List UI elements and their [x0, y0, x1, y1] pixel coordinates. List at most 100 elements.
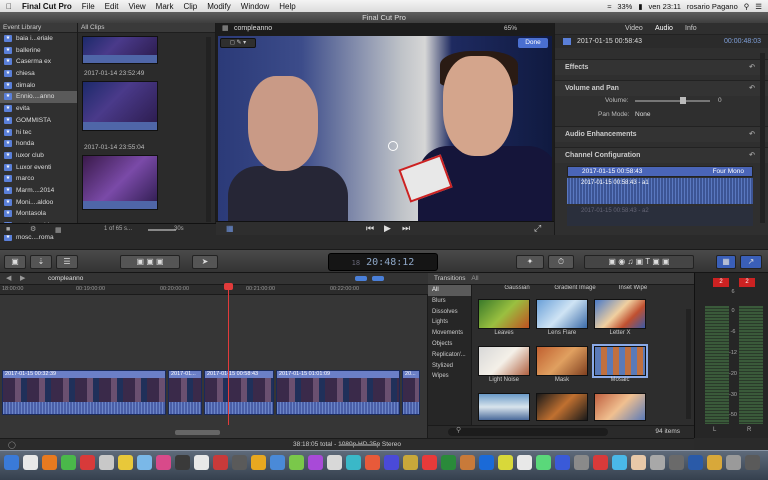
- dock-app-icon[interactable]: [517, 455, 532, 470]
- video-frame[interactable]: ◻ ✎ ▾ Done: [218, 36, 552, 221]
- event-item[interactable]: ★ hi tec: [0, 127, 77, 139]
- timeline-clip[interactable]: 2017-01-15 00:32:39: [2, 370, 166, 415]
- audio-skim-toggle[interactable]: [372, 276, 384, 281]
- timeline-ruler[interactable]: 18:00:00 00:19:00:00 00:20:00:00 00:21:0…: [0, 285, 428, 295]
- transition-category[interactable]: Objects: [428, 339, 471, 350]
- volume-slider[interactable]: [635, 97, 710, 104]
- dock-app-icon[interactable]: [346, 455, 361, 470]
- dock-app-icon[interactable]: [536, 455, 551, 470]
- viewer-menu-icon[interactable]: ▦: [222, 24, 229, 32]
- clip-thumbnail[interactable]: [82, 155, 158, 210]
- channel-a1[interactable]: 2017-01-15 00:58:43 - a1: [567, 178, 753, 204]
- display-icon[interactable]: ▦: [226, 224, 234, 233]
- dock-app-icon[interactable]: [688, 455, 703, 470]
- transition-letter-x[interactable]: [594, 299, 646, 329]
- themes-button[interactable]: ▦: [716, 255, 736, 269]
- menu-view[interactable]: View: [128, 2, 145, 11]
- timeline-clip[interactable]: 2017-01...: [168, 370, 202, 415]
- dock-app-icon[interactable]: [479, 455, 494, 470]
- event-item[interactable]: ★ GOMMISTA: [0, 115, 77, 127]
- dock-app-icon[interactable]: [137, 455, 152, 470]
- menu-window[interactable]: Window: [241, 2, 269, 11]
- skimming-toggle[interactable]: [355, 276, 367, 281]
- tab-audio[interactable]: Audio: [655, 25, 673, 32]
- reset-icon[interactable]: ↶: [749, 81, 755, 97]
- next-icon[interactable]: ⏭: [402, 223, 410, 234]
- timeline-zoom-slider[interactable]: [340, 444, 380, 446]
- inspector-scrollbar[interactable]: [760, 53, 765, 223]
- dock-app-icon[interactable]: [23, 455, 38, 470]
- transition-thumbnail[interactable]: [594, 393, 646, 421]
- transitions-scrollbar[interactable]: [686, 309, 691, 419]
- menu-mark[interactable]: Mark: [156, 2, 174, 11]
- dock-app-icon[interactable]: [42, 455, 57, 470]
- dock-app-icon[interactable]: [403, 455, 418, 470]
- event-item[interactable]: ★ Ennio....anno: [0, 91, 77, 104]
- camera-import-button[interactable]: ▣: [4, 255, 26, 269]
- transition-category[interactable]: Stylized: [428, 361, 471, 372]
- done-button[interactable]: Done: [518, 38, 548, 48]
- dock-app-icon[interactable]: [118, 455, 133, 470]
- dock-app-icon[interactable]: [726, 455, 741, 470]
- dock-app-icon[interactable]: [308, 455, 323, 470]
- section-volume-pan[interactable]: Volume and Pan ↶: [555, 80, 768, 96]
- transition-category[interactable]: Movements: [428, 328, 471, 339]
- dock-app-icon[interactable]: [384, 455, 399, 470]
- event-item[interactable]: ★ baia i...eriale: [0, 33, 77, 45]
- dock-app-icon[interactable]: [460, 455, 475, 470]
- timecode-display[interactable]: 18 20:48:12: [328, 253, 438, 271]
- event-item[interactable]: ★ Moni....aldoo: [0, 197, 77, 209]
- library-toggle-icon[interactable]: ■: [6, 226, 10, 233]
- channel-mode-select[interactable]: Four Mono: [713, 168, 744, 175]
- event-item[interactable]: ★ ballerine: [0, 45, 77, 57]
- zoom-slider[interactable]: [148, 229, 176, 231]
- channel-a2[interactable]: 2017-01-15 00:58:43 - a2: [567, 206, 753, 226]
- timeline-clip[interactable]: 2017-01-15 01:01:09: [276, 370, 400, 415]
- menu-file[interactable]: File: [82, 2, 95, 11]
- reset-icon[interactable]: ↶: [749, 127, 755, 143]
- dock-app-icon[interactable]: [498, 455, 513, 470]
- dock-app-icon[interactable]: [4, 455, 19, 470]
- event-item[interactable]: ★ Luxor eventi: [0, 162, 77, 174]
- channel-clip-row[interactable]: 2017-01-15 00:58:43 Four Mono: [567, 166, 753, 177]
- media-browser-buttons[interactable]: ▣ ◉ ♫ ▣ T ▣ ▣: [584, 255, 694, 269]
- dock-app-icon[interactable]: [745, 455, 760, 470]
- menu-modify[interactable]: Modify: [207, 2, 231, 11]
- tab-video[interactable]: Video: [625, 25, 643, 32]
- dock-app-icon[interactable]: [669, 455, 684, 470]
- reset-icon[interactable]: ↶: [749, 148, 755, 164]
- event-item[interactable]: ★ chiesa: [0, 68, 77, 80]
- transition-mask[interactable]: [536, 346, 588, 376]
- dock-app-icon[interactable]: [441, 455, 456, 470]
- transitions-filter[interactable]: All: [471, 275, 478, 282]
- dock-app-icon[interactable]: [99, 455, 114, 470]
- transition-thumbnail[interactable]: [478, 393, 530, 421]
- play-icon[interactable]: ▶: [384, 223, 391, 234]
- dock-app-icon[interactable]: [61, 455, 76, 470]
- retime-button[interactable]: ⏱: [548, 255, 574, 269]
- transition-category[interactable]: Lights: [428, 317, 471, 328]
- forward-icon[interactable]: ▶: [20, 274, 25, 282]
- dock-app-icon[interactable]: [574, 455, 589, 470]
- section-audio-enhancements[interactable]: Audio Enhancements ↶: [555, 126, 768, 142]
- transition-category[interactable]: All: [428, 285, 471, 296]
- battery-percent[interactable]: 33%: [617, 2, 632, 11]
- timeline-clip[interactable]: 20...: [402, 370, 420, 415]
- menu-app[interactable]: Final Cut Pro: [22, 2, 72, 11]
- back-icon[interactable]: ◀: [6, 274, 11, 282]
- transition-light-noise[interactable]: [478, 346, 530, 376]
- tab-info[interactable]: Info: [685, 25, 697, 32]
- reset-icon[interactable]: ↶: [749, 60, 755, 76]
- dock-app-icon[interactable]: [593, 455, 608, 470]
- enhance-button[interactable]: ✦: [516, 255, 544, 269]
- volume-value[interactable]: 0: [718, 97, 722, 104]
- dock-app-icon[interactable]: [289, 455, 304, 470]
- dock-app-icon[interactable]: [156, 455, 171, 470]
- select-tool-button[interactable]: ➤: [192, 255, 218, 269]
- event-item[interactable]: ★ Montasola: [0, 208, 77, 220]
- event-item[interactable]: ★ evita: [0, 103, 77, 115]
- transition-mosaic[interactable]: [592, 344, 648, 378]
- wifi-icon[interactable]: ≈: [607, 2, 611, 11]
- dock-app-icon[interactable]: [365, 455, 380, 470]
- timeline-clip[interactable]: 2017-01-15 00:58:43: [204, 370, 274, 415]
